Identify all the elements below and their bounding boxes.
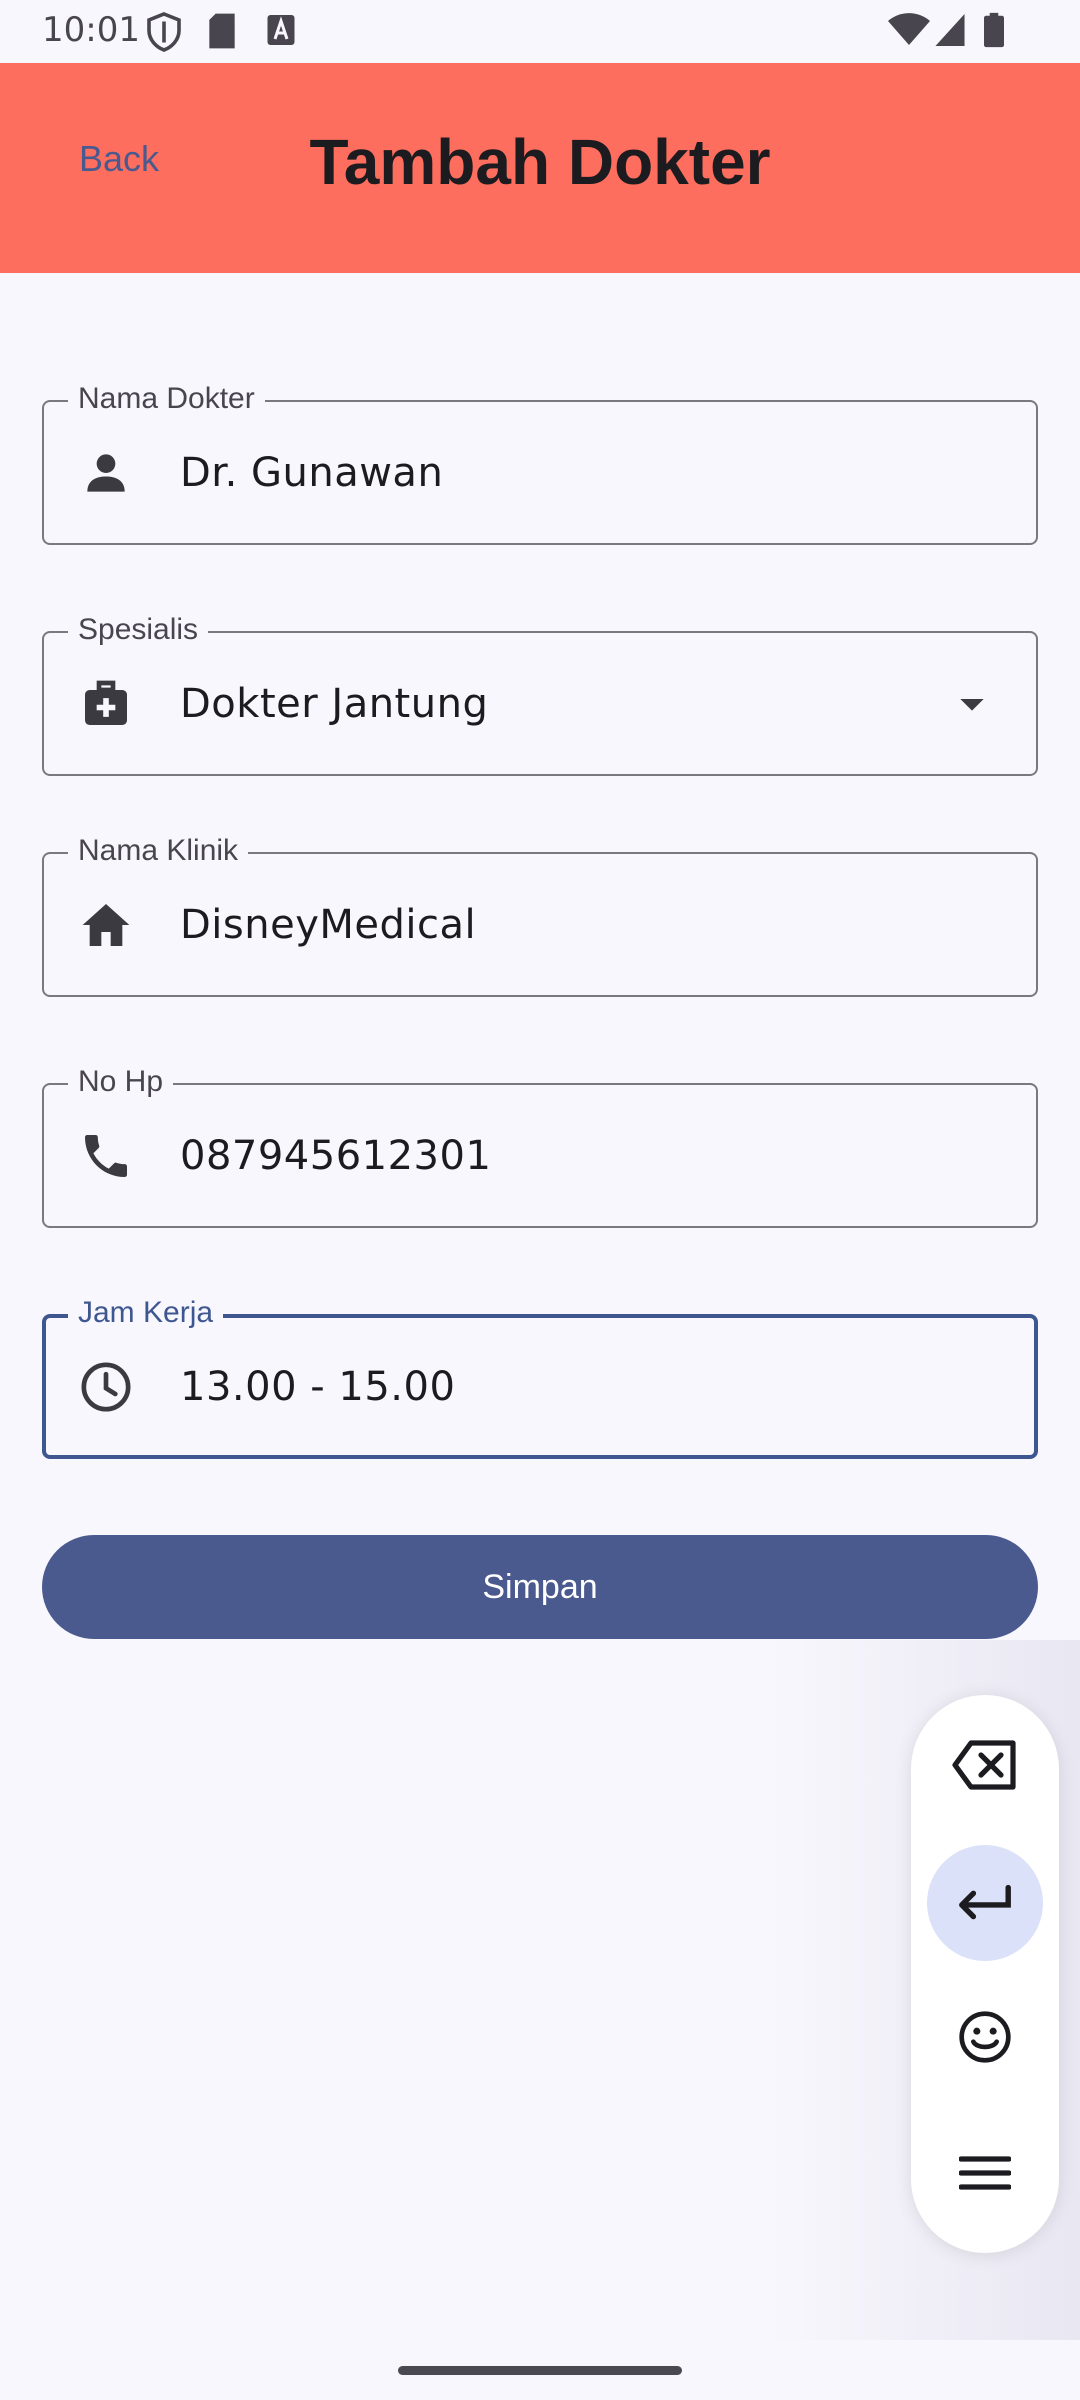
emoji-button[interactable] (927, 1979, 1043, 2095)
status-time: 10:01 (42, 10, 140, 50)
jam-kerja-label: Jam Kerja (68, 1296, 224, 1330)
no-hp-label: No Hp (68, 1065, 174, 1099)
dropdown-arrow-icon[interactable] (952, 684, 992, 724)
person-icon (87, 453, 125, 492)
page-title: Tambah Dokter (309, 126, 771, 198)
shield-icon (147, 12, 181, 52)
wifi-icon (888, 13, 930, 45)
battery-icon (984, 12, 1004, 48)
gesture-nav-handle[interactable] (398, 2366, 682, 2375)
nama-klinik-label: Nama Klinik (68, 834, 249, 868)
app-bar: Back Tambah Dokter (0, 63, 1080, 273)
no-hp-input[interactable]: 087945612301 (180, 1133, 491, 1179)
medical-bag-icon (85, 680, 127, 725)
menu-button[interactable] (927, 2115, 1043, 2231)
emoji-icon (959, 2011, 1011, 2063)
spesialis-dropdown[interactable]: Spesialis Dokter Jantung (42, 613, 1038, 776)
menu-icon (959, 2156, 1011, 2190)
nama-klinik-input[interactable]: DisneyMedical (180, 902, 476, 948)
floating-keyboard-toolbar (911, 1695, 1059, 2253)
backspace-button[interactable] (927, 1707, 1043, 1823)
backspace-icon (952, 1740, 1016, 1790)
home-icon (82, 903, 130, 946)
spesialis-value[interactable]: Dokter Jantung (180, 681, 488, 727)
nama-dokter-field[interactable]: Nama Dokter Dr. Gunawan (42, 382, 1038, 545)
nama-klinik-field[interactable]: Nama Klinik DisneyMedical (42, 834, 1038, 997)
save-button[interactable]: Simpan (42, 1535, 1038, 1639)
signal-icon (935, 14, 965, 46)
spesialis-label: Spesialis (68, 613, 209, 647)
nama-dokter-label: Nama Dokter (68, 382, 265, 416)
sd-card-icon (209, 13, 235, 49)
status-bar: 10:01 (0, 0, 1080, 63)
clock-icon (81, 1362, 131, 1411)
jam-kerja-field[interactable]: Jam Kerja 13.00 - 15.00 (42, 1296, 1038, 1459)
no-hp-field[interactable]: No Hp 087945612301 (42, 1065, 1038, 1228)
enter-icon (959, 1884, 1011, 1920)
jam-kerja-input[interactable]: 13.00 - 15.00 (180, 1364, 455, 1410)
phone-icon (85, 1134, 127, 1177)
nama-dokter-input[interactable]: Dr. Gunawan (180, 450, 443, 496)
font-a-icon (267, 15, 295, 45)
enter-button[interactable] (927, 1845, 1043, 1961)
